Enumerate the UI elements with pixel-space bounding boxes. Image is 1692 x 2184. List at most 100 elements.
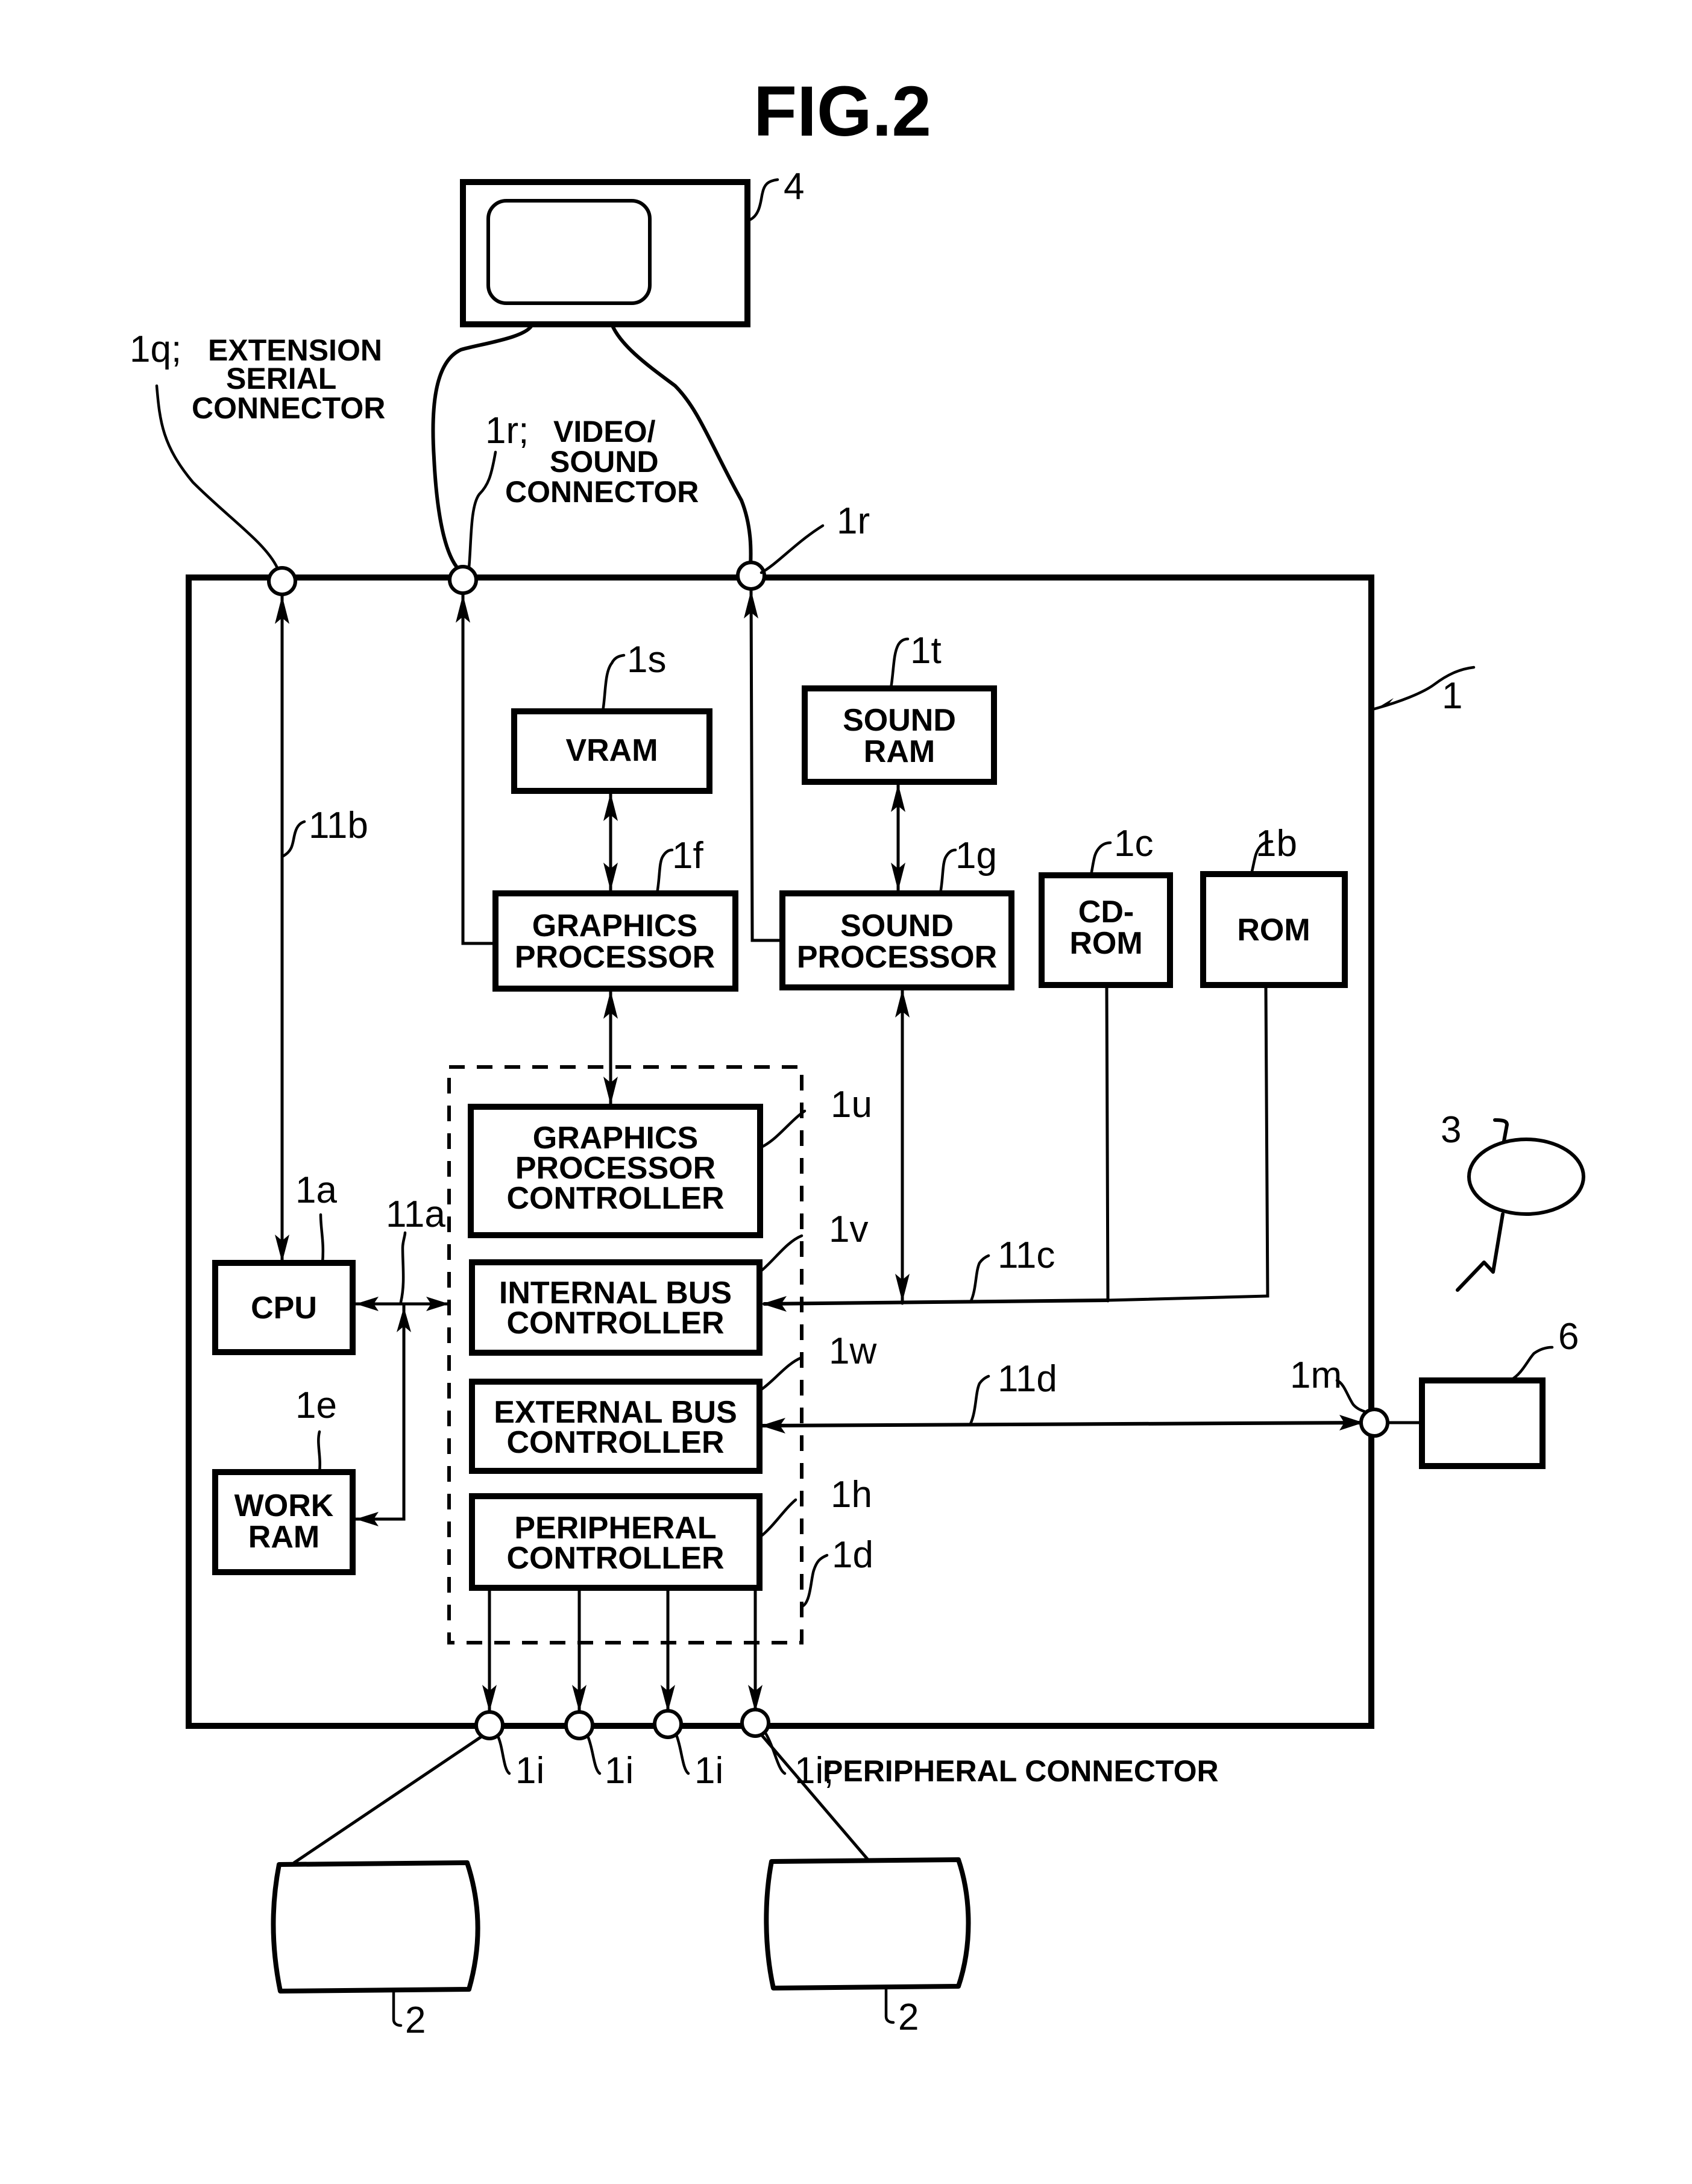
external-bus-controller-leader: [760, 1356, 804, 1391]
cd-rom-block: CD- ROM 1c: [1039, 823, 1173, 988]
graphics-processor-label-2: PROCESSOR: [515, 940, 715, 975]
work-ram-ref: 1e: [295, 1385, 337, 1426]
graphics-processor-block: GRAPHICS PROCESSOR 1f: [492, 835, 738, 992]
wireless-link: [1456, 1212, 1505, 1292]
video-line: [461, 593, 496, 945]
video-sound-caption-1: VIDEO/: [553, 415, 656, 448]
video-sound-label: 1r; VIDEO/ SOUND CONNECTOR: [467, 410, 699, 570]
cpu-label: CPU: [251, 1291, 317, 1326]
peripheral-controller-block: PERIPHERAL CONTROLLER 1h: [469, 1474, 872, 1591]
controller-group-ref: 1d: [832, 1534, 873, 1576]
video-sound-connector-right: [736, 561, 766, 591]
main-unit-frame: [186, 574, 1374, 1729]
work-ram-block: WORK RAM 1e: [212, 1385, 356, 1575]
rom-block: ROM 1b: [1200, 823, 1348, 988]
sound-processor-label-2: PROCESSOR: [797, 940, 997, 975]
peripheral-connector-4-leader: [764, 1731, 787, 1775]
extension-serial-connector: [267, 566, 297, 596]
rom-label: ROM: [1237, 913, 1310, 948]
monitor-ref: 4: [784, 166, 804, 207]
sound-ram-label-1: SOUND: [843, 703, 956, 738]
memory-card-device-ref: 6: [1558, 1316, 1579, 1358]
monitor-leader: [746, 178, 779, 222]
controller-right: [764, 1857, 971, 1990]
gp-controller-label-3: CONTROLLER: [506, 1181, 724, 1216]
video-sound-ref: 1r;: [485, 410, 529, 452]
sound-processor-leader: [939, 848, 957, 895]
bus-11a-label: 11a: [386, 1194, 445, 1235]
bus-11a-leader: [399, 1231, 407, 1304]
bus-11c: [763, 1298, 1110, 1306]
main-unit-ref-label: 1: [1442, 675, 1462, 717]
sound-ram-ref: 1t: [910, 630, 942, 672]
antenna-device-ref: 3: [1441, 1109, 1461, 1151]
cpu-block: CPU 1a: [212, 1169, 356, 1355]
video-sound-leader-2: [760, 524, 825, 574]
memory-card-device: [1419, 1377, 1546, 1469]
controller-group-leader: [800, 1553, 829, 1608]
bus-11a-work-ram-link: [354, 1302, 406, 1521]
bus-11b-label: 11b: [309, 805, 368, 846]
external-bus-controller-label-2: CONTROLLER: [506, 1425, 724, 1460]
peripheral-connector-3: [653, 1709, 683, 1739]
cd-rom-label-1: CD-: [1078, 895, 1134, 930]
bus-11c-label: 11c: [998, 1235, 1055, 1276]
video-sound-leader: [467, 450, 497, 570]
internal-bus-controller-leader: [760, 1234, 804, 1273]
internal-bus-controller-label-2: CONTROLLER: [506, 1306, 724, 1341]
work-ram-label-1: WORK: [234, 1488, 334, 1523]
cpu-ref: 1a: [295, 1169, 337, 1211]
cd-rom-leader: [1089, 841, 1112, 877]
extension-serial-ref: 1q;: [130, 329, 181, 370]
sound-ram-label-2: RAM: [864, 734, 935, 769]
controller-right-leader: [884, 1986, 895, 2024]
rom-ref: 1b: [1256, 823, 1297, 864]
peripheral-connector-3-leader: [675, 1733, 690, 1775]
peripheral-connector-2: [564, 1710, 594, 1740]
video-sound-caption-3: CONNECTOR: [505, 475, 699, 509]
controller-left: [271, 1860, 480, 1994]
peripheral-connector-2-ref: 1i: [605, 1750, 634, 1792]
memory-card-device-leader: [1508, 1345, 1554, 1382]
peripheral-connector-1-leader: [496, 1734, 511, 1775]
gp-controller-leader: [760, 1109, 807, 1149]
peripheral-connector-caption: PERIPHERAL CONNECTOR: [823, 1754, 1219, 1788]
cd-rom-label-2: ROM: [1069, 926, 1142, 961]
controller-left-ref: 2: [405, 2000, 426, 2041]
cd-rom-ref: 1c: [1114, 823, 1153, 864]
cpu-leader: [319, 1213, 325, 1265]
peripheral-connector-2-leader: [586, 1734, 602, 1775]
monitor: 4: [460, 166, 804, 327]
sound-processor-ref: 1g: [955, 835, 997, 876]
bus-11b-leader: [281, 820, 306, 858]
sound-ram-block: SOUND RAM 1t: [802, 630, 997, 785]
peripheral-controller-label-2: CONTROLLER: [506, 1541, 724, 1576]
external-bus-controller-ref: 1w: [829, 1330, 876, 1372]
antenna-device: [1467, 1138, 1585, 1216]
vram-label: VRAM: [565, 733, 658, 768]
sound-line: [749, 588, 784, 942]
extension-serial-caption-3: CONNECTOR: [192, 391, 385, 425]
peripheral-connector-1: [474, 1710, 505, 1740]
memory-card-connector-ref: 1m: [1290, 1355, 1342, 1396]
memory-card-connector: [1359, 1408, 1389, 1438]
extension-serial-label: 1q; EXTENSION SERIAL CONNECTOR: [130, 329, 385, 570]
antenna-device-leader: [1493, 1118, 1509, 1143]
bus-11c-leader: [969, 1254, 990, 1304]
peripheral-controller-leader: [760, 1498, 797, 1538]
controller-left-leader: [392, 1989, 403, 2027]
gp-controller-block: GRAPHICS PROCESSOR CONTROLLER 1u: [468, 1084, 872, 1238]
peripheral-connector-4: [740, 1708, 770, 1738]
peripheral-controller-ref: 1h: [831, 1474, 872, 1515]
bus-11d: [760, 1421, 1370, 1427]
vram-ref: 1s: [627, 639, 666, 681]
internal-bus-controller-ref-label: 1v: [829, 1209, 868, 1250]
work-ram-leader: [317, 1430, 321, 1474]
graphics-processor-leader: [655, 848, 674, 895]
peripheral-connector-1-ref: 1i: [515, 1750, 544, 1792]
work-ram-label-2: RAM: [248, 1520, 319, 1555]
controller-right-ref: 2: [898, 1997, 919, 2038]
figure-title: FIG.2: [753, 72, 931, 151]
vram-leader: [601, 653, 626, 713]
graphics-processor-label-1: GRAPHICS: [532, 908, 697, 943]
